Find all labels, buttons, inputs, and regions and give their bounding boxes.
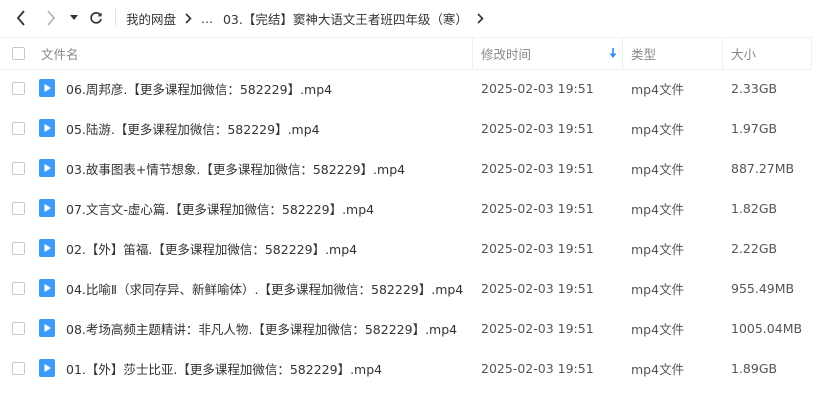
file-modified: 2025-02-03 19:51 <box>481 120 594 136</box>
file-modified: 2025-02-03 19:51 <box>481 160 594 176</box>
chevron-left-icon <box>16 10 25 26</box>
breadcrumb-my-drive[interactable]: 我的网盘 <box>126 9 176 28</box>
file-name[interactable]: 05.陆游.【更多课程加微信：582229】.mp4 <box>66 108 320 148</box>
video-file-icon <box>39 119 55 137</box>
file-type: mp4文件 <box>631 121 685 137</box>
row-checkbox[interactable] <box>12 242 25 255</box>
column-divider[interactable] <box>622 38 623 69</box>
column-header-type[interactable]: 类型 <box>631 38 656 69</box>
table-row[interactable]: 08.考场高频主题精讲：非凡人物.【更多课程加微信：582229】.mp4 20… <box>0 308 820 348</box>
file-name[interactable]: 03.故事图表+情节想象.【更多课程加微信：582229】.mp4 <box>66 148 405 188</box>
file-type: mp4文件 <box>631 81 685 97</box>
toolbar: 我的网盘 ... 03.【完结】窦神大语文王者班四年级（寒） <box>0 0 820 36</box>
file-modified: 2025-02-03 19:51 <box>481 280 594 296</box>
toolbar-divider <box>115 9 116 27</box>
file-type: mp4文件 <box>631 321 685 337</box>
select-all-checkbox[interactable] <box>12 47 25 60</box>
file-name[interactable]: 06.周邦彦.【更多课程加微信：582229】.mp4 <box>66 68 332 108</box>
file-modified: 2025-02-03 19:51 <box>481 240 594 256</box>
history-dropdown-button[interactable] <box>66 6 82 30</box>
video-file-icon <box>39 199 55 217</box>
file-type: mp4文件 <box>631 281 685 297</box>
breadcrumb-separator-icon <box>185 12 192 24</box>
file-type: mp4文件 <box>631 241 685 257</box>
file-size: 955.49MB <box>731 280 795 296</box>
row-checkbox[interactable] <box>12 322 25 335</box>
chevron-right-icon <box>47 10 56 26</box>
row-checkbox[interactable] <box>12 122 25 135</box>
file-name[interactable]: 02.【外】笛福.【更多课程加微信：582229】.mp4 <box>66 228 357 268</box>
file-name[interactable]: 07.文言文-虚心篇.【更多课程加微信：582229】.mp4 <box>66 188 374 228</box>
table-row[interactable]: 03.故事图表+情节想象.【更多课程加微信：582229】.mp4 2025-0… <box>0 148 820 188</box>
file-name[interactable]: 08.考场高频主题精讲：非凡人物.【更多课程加微信：582229】.mp4 <box>66 308 457 348</box>
back-button[interactable] <box>10 6 32 30</box>
column-header-size[interactable]: 大小 <box>731 38 756 69</box>
row-checkbox[interactable] <box>12 162 25 175</box>
table-row[interactable]: 06.周邦彦.【更多课程加微信：582229】.mp4 2025-02-03 1… <box>0 68 820 108</box>
video-file-icon <box>39 79 55 97</box>
file-list: 06.周邦彦.【更多课程加微信：582229】.mp4 2025-02-03 1… <box>0 68 820 388</box>
column-header-modified[interactable]: 修改时间 <box>481 38 531 69</box>
breadcrumb: 我的网盘 ... 03.【完结】窦神大语文王者班四年级（寒） <box>126 0 493 36</box>
table-row[interactable]: 02.【外】笛福.【更多课程加微信：582229】.mp4 2025-02-03… <box>0 228 820 268</box>
forward-button[interactable] <box>40 6 62 30</box>
table-row[interactable]: 07.文言文-虚心篇.【更多课程加微信：582229】.mp4 2025-02-… <box>0 188 820 228</box>
file-modified: 2025-02-03 19:51 <box>481 320 594 336</box>
column-divider[interactable] <box>811 38 812 69</box>
column-divider[interactable] <box>472 38 473 69</box>
file-type: mp4文件 <box>631 361 685 377</box>
column-header-name[interactable]: 文件名 <box>41 38 79 69</box>
breadcrumb-separator-icon <box>477 12 484 24</box>
row-checkbox[interactable] <box>12 82 25 95</box>
file-modified: 2025-02-03 19:51 <box>481 80 594 96</box>
breadcrumb-ellipsis[interactable]: ... <box>201 11 213 26</box>
video-file-icon <box>39 239 55 257</box>
video-file-icon <box>39 159 55 177</box>
refresh-icon <box>90 12 102 24</box>
file-name[interactable]: 04.比喻Ⅱ（求同存异、新鲜喻体）.【更多课程加微信：582229】.mp4 <box>66 268 463 308</box>
caret-down-icon <box>70 15 78 20</box>
file-modified: 2025-02-03 19:51 <box>481 200 594 216</box>
file-size: 1.97GB <box>731 120 778 136</box>
video-file-icon <box>39 319 55 337</box>
row-checkbox[interactable] <box>12 202 25 215</box>
video-file-icon <box>39 279 55 297</box>
file-size: 887.27MB <box>731 160 795 176</box>
column-divider[interactable] <box>722 38 723 69</box>
file-size: 1.89GB <box>731 360 778 376</box>
file-list-header: 文件名 修改时间 类型 大小 <box>0 37 812 70</box>
file-modified: 2025-02-03 19:51 <box>481 360 594 376</box>
file-type: mp4文件 <box>631 201 685 217</box>
row-checkbox[interactable] <box>12 282 25 295</box>
video-file-icon <box>39 359 55 377</box>
file-type: mp4文件 <box>631 161 685 177</box>
file-size: 2.22GB <box>731 240 778 256</box>
file-size: 1005.04MB <box>731 320 803 336</box>
row-checkbox[interactable] <box>12 362 25 375</box>
table-row[interactable]: 05.陆游.【更多课程加微信：582229】.mp4 2025-02-03 19… <box>0 108 820 148</box>
breadcrumb-current-folder[interactable]: 03.【完结】窦神大语文王者班四年级（寒） <box>223 9 468 28</box>
file-size: 2.33GB <box>731 80 778 96</box>
sort-desc-icon[interactable] <box>609 38 617 69</box>
file-size: 1.82GB <box>731 200 778 216</box>
refresh-button[interactable] <box>86 6 106 30</box>
table-row[interactable]: 01.【外】莎士比亚.【更多课程加微信：582229】.mp4 2025-02-… <box>0 348 820 388</box>
file-name[interactable]: 01.【外】莎士比亚.【更多课程加微信：582229】.mp4 <box>66 348 382 388</box>
table-row[interactable]: 04.比喻Ⅱ（求同存异、新鲜喻体）.【更多课程加微信：582229】.mp4 2… <box>0 268 820 308</box>
